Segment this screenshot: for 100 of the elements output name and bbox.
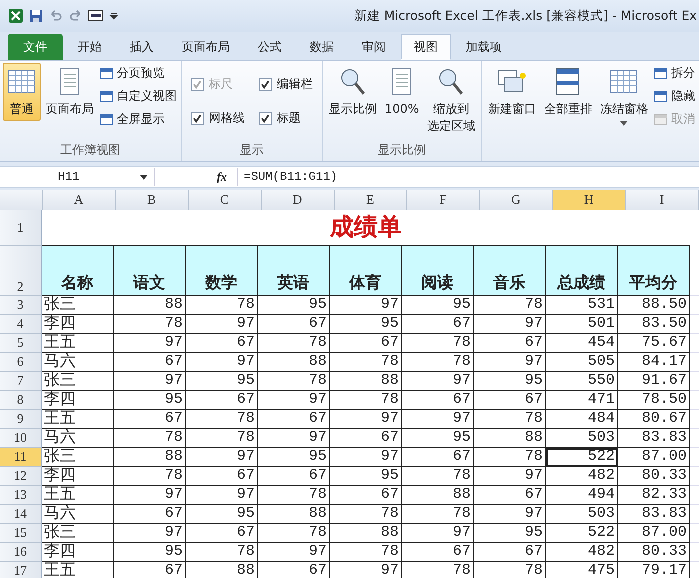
- ribbon-button[interactable]: 页面布局: [43, 63, 97, 121]
- table-cell: 97: [258, 429, 330, 448]
- table-cell: 88: [330, 524, 402, 543]
- table-cell: 67: [330, 334, 402, 353]
- table-cell: 97: [402, 410, 474, 429]
- checkmark-icon: [192, 112, 203, 124]
- table-cell: 75.67: [618, 334, 690, 353]
- ribbon-tab[interactable]: 数据: [297, 34, 347, 60]
- row-header[interactable]: 8: [0, 391, 42, 410]
- row-header[interactable]: 4: [0, 315, 42, 334]
- table-cell: 97: [474, 353, 546, 372]
- ribbon-checkbox[interactable]: 编辑栏: [259, 76, 313, 94]
- table-cell: 李四: [42, 467, 114, 486]
- ribbon-tab[interactable]: 审阅: [349, 34, 399, 60]
- ribbon-button[interactable]: 拆分: [653, 63, 696, 84]
- table-cell: 78: [402, 353, 474, 372]
- column-header[interactable]: F: [407, 190, 480, 210]
- row-header[interactable]: 14: [0, 505, 42, 524]
- row-header[interactable]: 1: [0, 210, 42, 246]
- column-header[interactable]: H: [553, 190, 626, 210]
- ribbon-button[interactable]: 隐藏: [653, 86, 696, 107]
- insert-function-button[interactable]: fx: [155, 170, 237, 184]
- ribbon-button[interactable]: 100%: [382, 63, 422, 121]
- table-cell: 95: [114, 391, 186, 410]
- table-cell: 67: [402, 543, 474, 562]
- ribbon-button[interactable]: 普通: [3, 63, 41, 121]
- table-cell: 97: [330, 296, 402, 315]
- table-cell: 95: [402, 429, 474, 448]
- ribbon-button[interactable]: 全部重排: [541, 63, 596, 121]
- table-cell: 78: [402, 334, 474, 353]
- table-cell: 78: [330, 353, 402, 372]
- row-header[interactable]: 11: [0, 448, 42, 467]
- ribbon-button[interactable]: 分页预览: [99, 63, 178, 84]
- ribbon-button[interactable]: 自定义视图: [99, 86, 178, 107]
- table-cell: 82.33: [618, 486, 690, 505]
- table-cell: 67: [402, 391, 474, 410]
- save-icon[interactable]: [28, 8, 44, 24]
- table-cell: 83.83: [618, 505, 690, 524]
- ribbon-button[interactable]: 全屏显示: [99, 109, 178, 130]
- row-header[interactable]: 17: [0, 562, 42, 578]
- ribbon-button[interactable]: 冻结窗格: [597, 63, 652, 129]
- ribbon-button[interactable]: 新建窗口: [485, 63, 540, 121]
- table-cell: 张三: [42, 448, 114, 467]
- ribbon-checkbox[interactable]: 标题: [259, 110, 313, 127]
- header-cell: 名称: [42, 246, 114, 296]
- row-header[interactable]: 15: [0, 524, 42, 543]
- row-header[interactable]: 3: [0, 296, 42, 315]
- table-cell: 67: [114, 353, 186, 372]
- window-title: 新建 Microsoft Excel 工作表.xls [兼容模式] - Microsoft Ex: [354, 8, 698, 24]
- table-cell: 522: [546, 448, 618, 467]
- table-cell: 78: [474, 296, 546, 315]
- table-cell: 78: [474, 448, 546, 467]
- column-header[interactable]: A: [42, 190, 116, 210]
- ribbon-button[interactable]: 缩放到 选定区域: [424, 63, 478, 138]
- row-header[interactable]: 16: [0, 543, 42, 562]
- row-header[interactable]: 7: [0, 372, 42, 391]
- table-cell: 484: [546, 410, 618, 429]
- ribbon-tab[interactable]: 插入: [117, 34, 167, 60]
- table-cell: 78: [402, 467, 474, 486]
- ribbon-checkbox[interactable]: 网格线: [191, 110, 245, 127]
- header-cell: 英语: [258, 246, 330, 296]
- ribbon-tab[interactable]: 视图: [401, 34, 451, 60]
- column-header[interactable]: D: [262, 190, 334, 210]
- table-cell: 80.33: [618, 467, 690, 486]
- table-cell: 67: [186, 524, 258, 543]
- row-header[interactable]: 13: [0, 486, 42, 505]
- header-cell: 数学: [186, 246, 258, 296]
- table-cell: 503: [546, 505, 618, 524]
- ribbon-tab[interactable]: 页面布局: [169, 34, 243, 60]
- name-box[interactable]: H11: [0, 168, 155, 186]
- row-header[interactable]: 12: [0, 467, 42, 486]
- table-cell: 78: [186, 296, 258, 315]
- row-header[interactable]: 6: [0, 353, 42, 372]
- row-header[interactable]: 10: [0, 429, 42, 448]
- column-header[interactable]: C: [188, 190, 262, 210]
- column-header[interactable]: E: [334, 190, 408, 210]
- row-header[interactable]: 5: [0, 334, 42, 353]
- file-tab[interactable]: 文件: [8, 34, 63, 60]
- table-cell: 88: [114, 448, 186, 467]
- table-cell: 67: [114, 562, 186, 578]
- row-header[interactable]: 2: [0, 246, 42, 296]
- ribbon-tab[interactable]: 加载项: [453, 34, 515, 60]
- ribbon-tab[interactable]: 开始: [65, 34, 115, 60]
- table-cell: 78: [186, 543, 258, 562]
- checkmark-icon: [260, 79, 271, 90]
- table-cell: 95: [186, 505, 258, 524]
- ribbon-button[interactable]: 显示比例: [326, 63, 380, 121]
- header-cell: 音乐: [474, 246, 546, 296]
- row-header[interactable]: 9: [0, 410, 42, 429]
- column-header[interactable]: B: [116, 190, 189, 210]
- form-icon[interactable]: [88, 8, 104, 24]
- table-cell: 550: [546, 372, 618, 391]
- column-header[interactable]: I: [626, 190, 699, 210]
- table-cell: 97: [330, 562, 402, 578]
- ribbon-tab[interactable]: 公式: [245, 34, 295, 60]
- table-cell: 501: [546, 315, 618, 334]
- table-cell: 97: [114, 524, 186, 543]
- formula-field[interactable]: =SUM(B11:G11): [237, 168, 699, 186]
- table-cell: 97: [330, 448, 402, 467]
- table-cell: 95: [474, 372, 546, 391]
